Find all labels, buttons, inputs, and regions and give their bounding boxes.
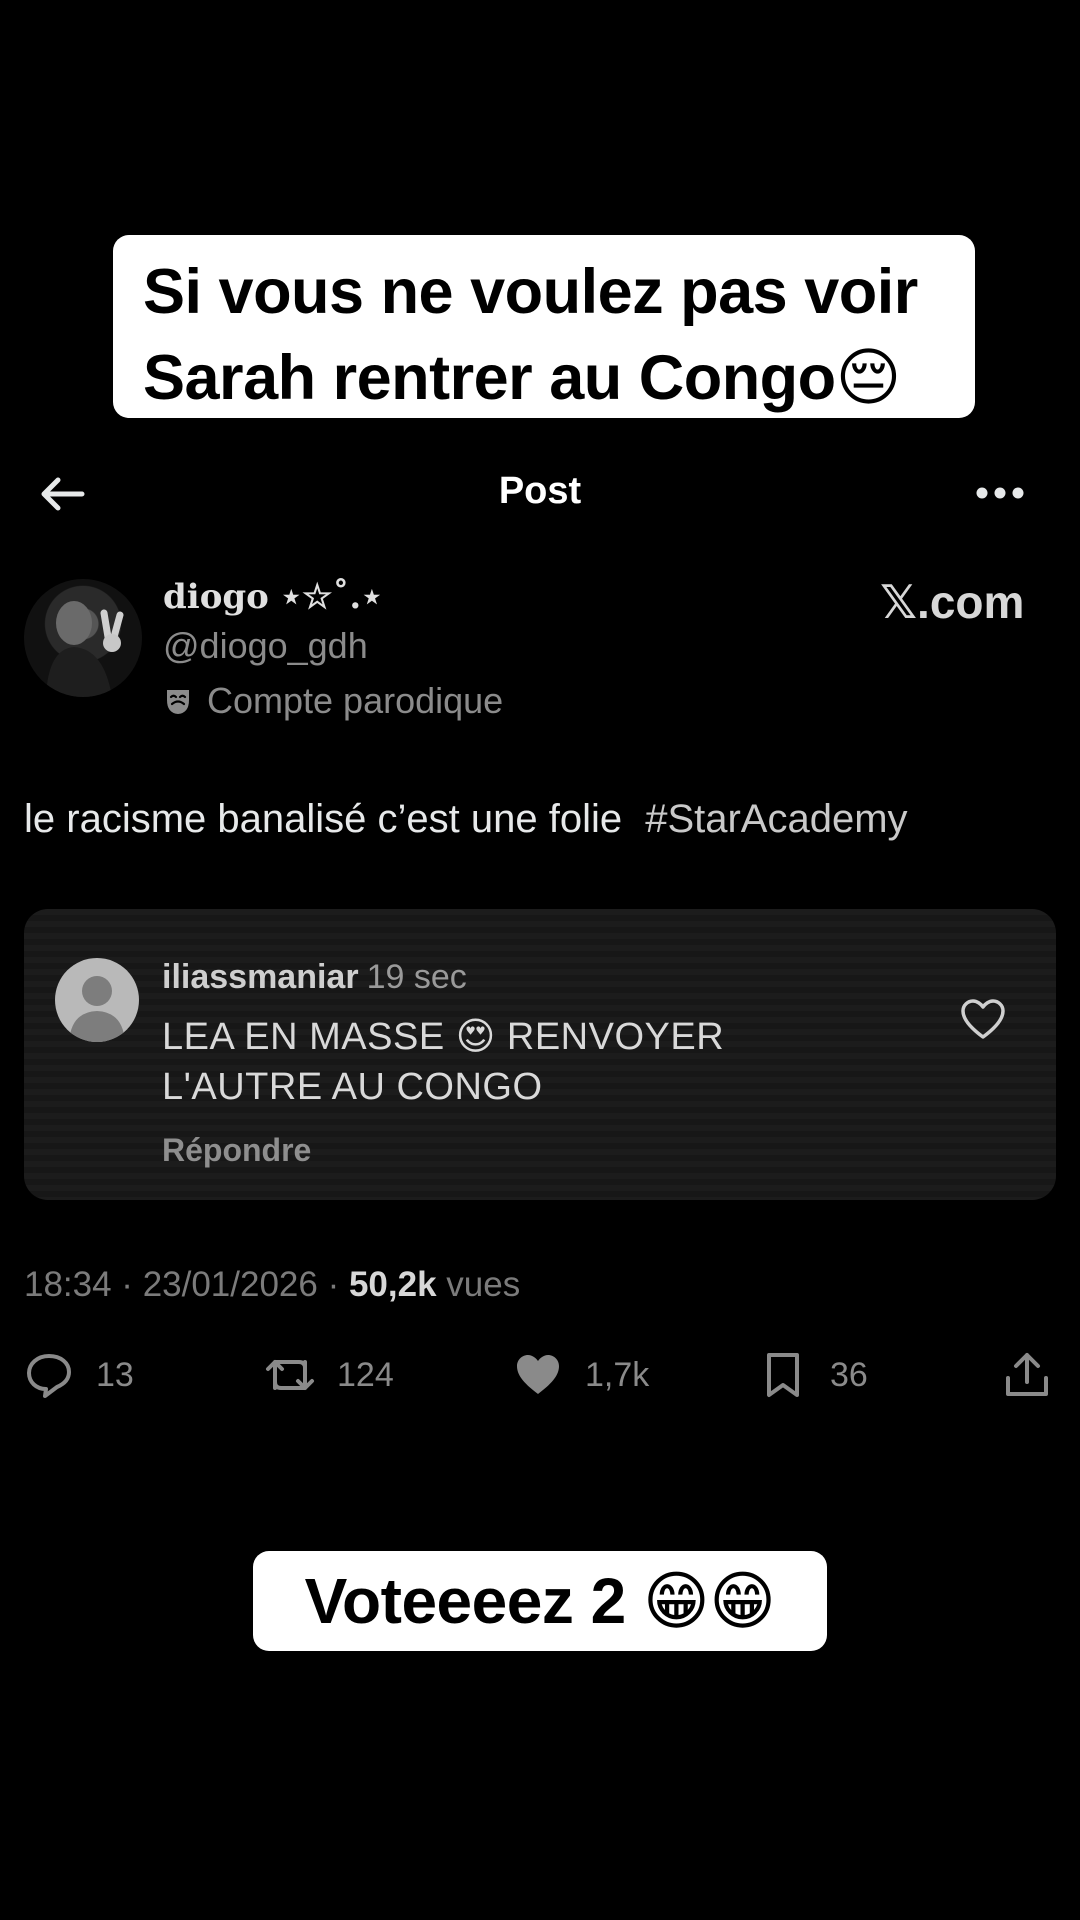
more-icon[interactable] — [975, 486, 1025, 500]
bookmark-count: 36 — [830, 1355, 868, 1394]
share-icon — [1006, 1353, 1048, 1396]
avatar[interactable] — [24, 579, 142, 697]
share-button[interactable] — [1002, 1350, 1052, 1400]
reply-icon — [27, 1354, 71, 1398]
comment-text: LEA EN MASSE 😍 RENVOYER L'AUTRE AU CONGO — [162, 1016, 725, 1108]
heart-outline-icon[interactable] — [960, 998, 1006, 1040]
repost-count: 124 — [337, 1355, 394, 1394]
like-button[interactable]: 1,7k — [513, 1350, 649, 1400]
caption-bottom: Voteeeez 2 😁😁 — [253, 1551, 827, 1651]
like-count: 1,7k — [585, 1355, 650, 1394]
hashtag-link[interactable]: #StarAcademy — [645, 797, 907, 841]
comment-avatar[interactable] — [55, 958, 139, 1042]
comment-author-name[interactable]: iliassmaniar — [162, 958, 359, 996]
repost-icon — [266, 1360, 314, 1390]
comment-time: 19 sec — [366, 958, 467, 996]
comment-author: iliassmaniar 19 sec — [162, 958, 467, 997]
page-title: Post — [498, 470, 582, 512]
tweet-body: le racisme banalisé c’est une folie — [24, 797, 634, 841]
comment-reply-button[interactable]: Répondre — [162, 1132, 311, 1169]
bookmark-icon — [767, 1353, 799, 1397]
views-count: 50,2k — [348, 1265, 437, 1304]
caption-top: Si vous ne voulez pas voir Sarah rentrer… — [113, 235, 975, 418]
reply-button[interactable]: 13 — [24, 1350, 134, 1400]
caption-top-line2: Sarah rentrer au Congo😔 — [143, 343, 901, 413]
repost-button[interactable]: 124 — [265, 1350, 394, 1400]
reply-count: 13 — [96, 1355, 134, 1394]
parody-mask-icon — [167, 690, 189, 714]
parody-label-row: Compte parodique — [163, 680, 503, 722]
post-meta: 18:34 · 23/01/2026 · 50,2k vues — [24, 1265, 520, 1305]
views-label: vues — [436, 1265, 521, 1304]
bookmark-button[interactable]: 36 — [758, 1350, 868, 1400]
post-timestamp: 18:34 · 23/01/2026 · — [24, 1265, 349, 1304]
like-icon — [517, 1355, 559, 1394]
author-display-name[interactable]: diogo ⋆☆˚.⋆ — [163, 577, 383, 617]
brand-watermark: 𝕏.com — [880, 576, 1025, 628]
caption-top-line1: Si vous ne voulez pas voir — [143, 257, 918, 327]
parody-label: Compte parodique — [207, 680, 504, 721]
tweet-text: le racisme banalisé c’est une folie #Sta… — [24, 797, 908, 842]
author-handle[interactable]: @diogo_gdh — [163, 625, 368, 667]
